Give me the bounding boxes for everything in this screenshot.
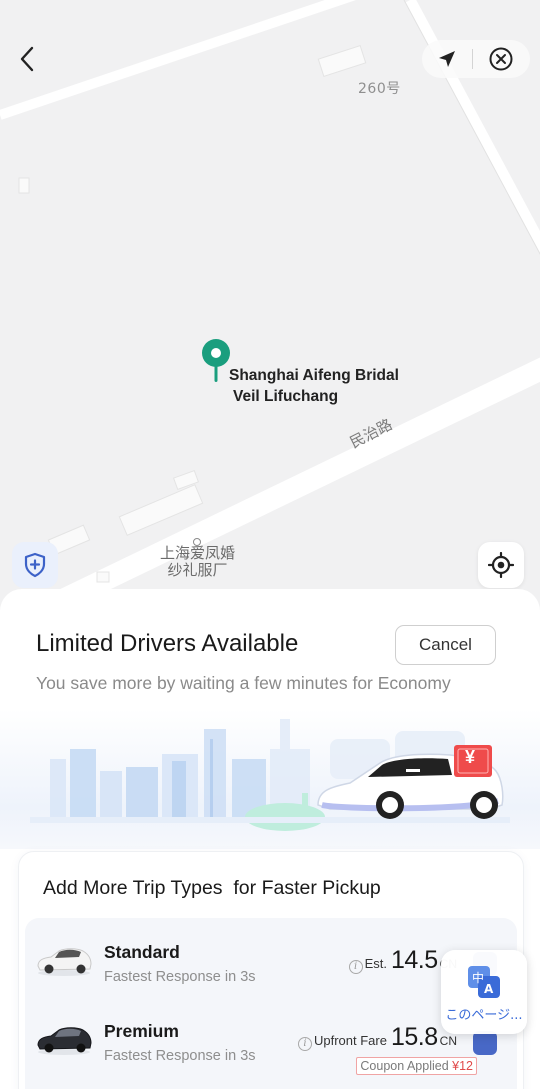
sheet-title: Limited Drivers Available [36,630,299,657]
close-button[interactable] [473,40,529,78]
back-button[interactable] [12,42,42,76]
destination-name-line1: Shanghai Aifeng Bridal [229,367,399,384]
poi-label-line1: 上海爱凤婚 [160,544,236,562]
info-icon[interactable]: i [298,1036,312,1051]
close-circle-icon [489,47,513,71]
coupon-value: ¥12 [452,1059,473,1073]
city-car-illustration [30,719,510,831]
locate-me-button[interactable] [478,542,524,588]
translate-label: このページ... [445,1008,523,1023]
map-roads [0,0,540,620]
navigation-arrow-icon [439,51,455,67]
destination-label: Shanghai Aifeng Bridal Veil Lifuchang [229,365,399,407]
price-label: Est. [364,956,387,971]
select-checkbox[interactable] [473,1031,497,1055]
chevron-left-icon [20,46,34,72]
destination-name-line2: Veil Lifuchang [233,388,339,405]
shield-plus-icon [24,552,46,578]
coupon-badge: Coupon Applied ¥12 [356,1057,477,1075]
poi-label-line2: 纱礼服厂 [167,561,228,579]
price-label: Upfront Fare [314,1033,387,1048]
waiting-illustration: ¥ [0,709,540,849]
crosshair-icon [488,552,514,578]
trip-name: Premium [104,1021,179,1041]
trip-price: i Upfront Fare 15.8 CN [298,1023,457,1052]
trip-description: Fastest Response in 3s [104,1048,256,1064]
poi-label: 上海爱凤婚 纱礼服厂 [160,545,235,579]
coupon-label: Coupon Applied [360,1059,453,1073]
map-view[interactable]: 260号 民治路 上海爱凤婚 纱礼服厂 Shanghai Aifeng Brid… [0,0,540,620]
cancel-button[interactable]: Cancel [395,625,496,665]
info-icon[interactable]: i [348,959,363,974]
sheet-subtitle: You save more by waiting a few minutes f… [36,673,451,693]
translate-icon: 中 A [468,966,500,998]
black-car-icon [37,1027,92,1055]
map-controls [422,40,530,78]
svg-text:A: A [484,982,494,996]
destination-pin-icon[interactable] [201,338,231,382]
building-number-label: 260号 [358,81,401,97]
trip-name: Standard [104,942,180,962]
white-car-icon [37,948,92,976]
trip-description: Fastest Response in 3s [104,969,256,985]
navigate-button[interactable] [422,40,472,78]
price-currency: CN [439,1034,457,1048]
price-value: 15.8 [390,1023,438,1051]
translate-page-button[interactable]: 中 A このページ... [441,950,527,1034]
price-value: 14.5 [390,946,438,974]
yen-badge-label: ¥ [465,747,476,767]
safety-button[interactable] [12,542,58,588]
svg-text:中: 中 [472,970,484,985]
card-title: Add More Trip Types for Faster Pickup [43,877,381,899]
